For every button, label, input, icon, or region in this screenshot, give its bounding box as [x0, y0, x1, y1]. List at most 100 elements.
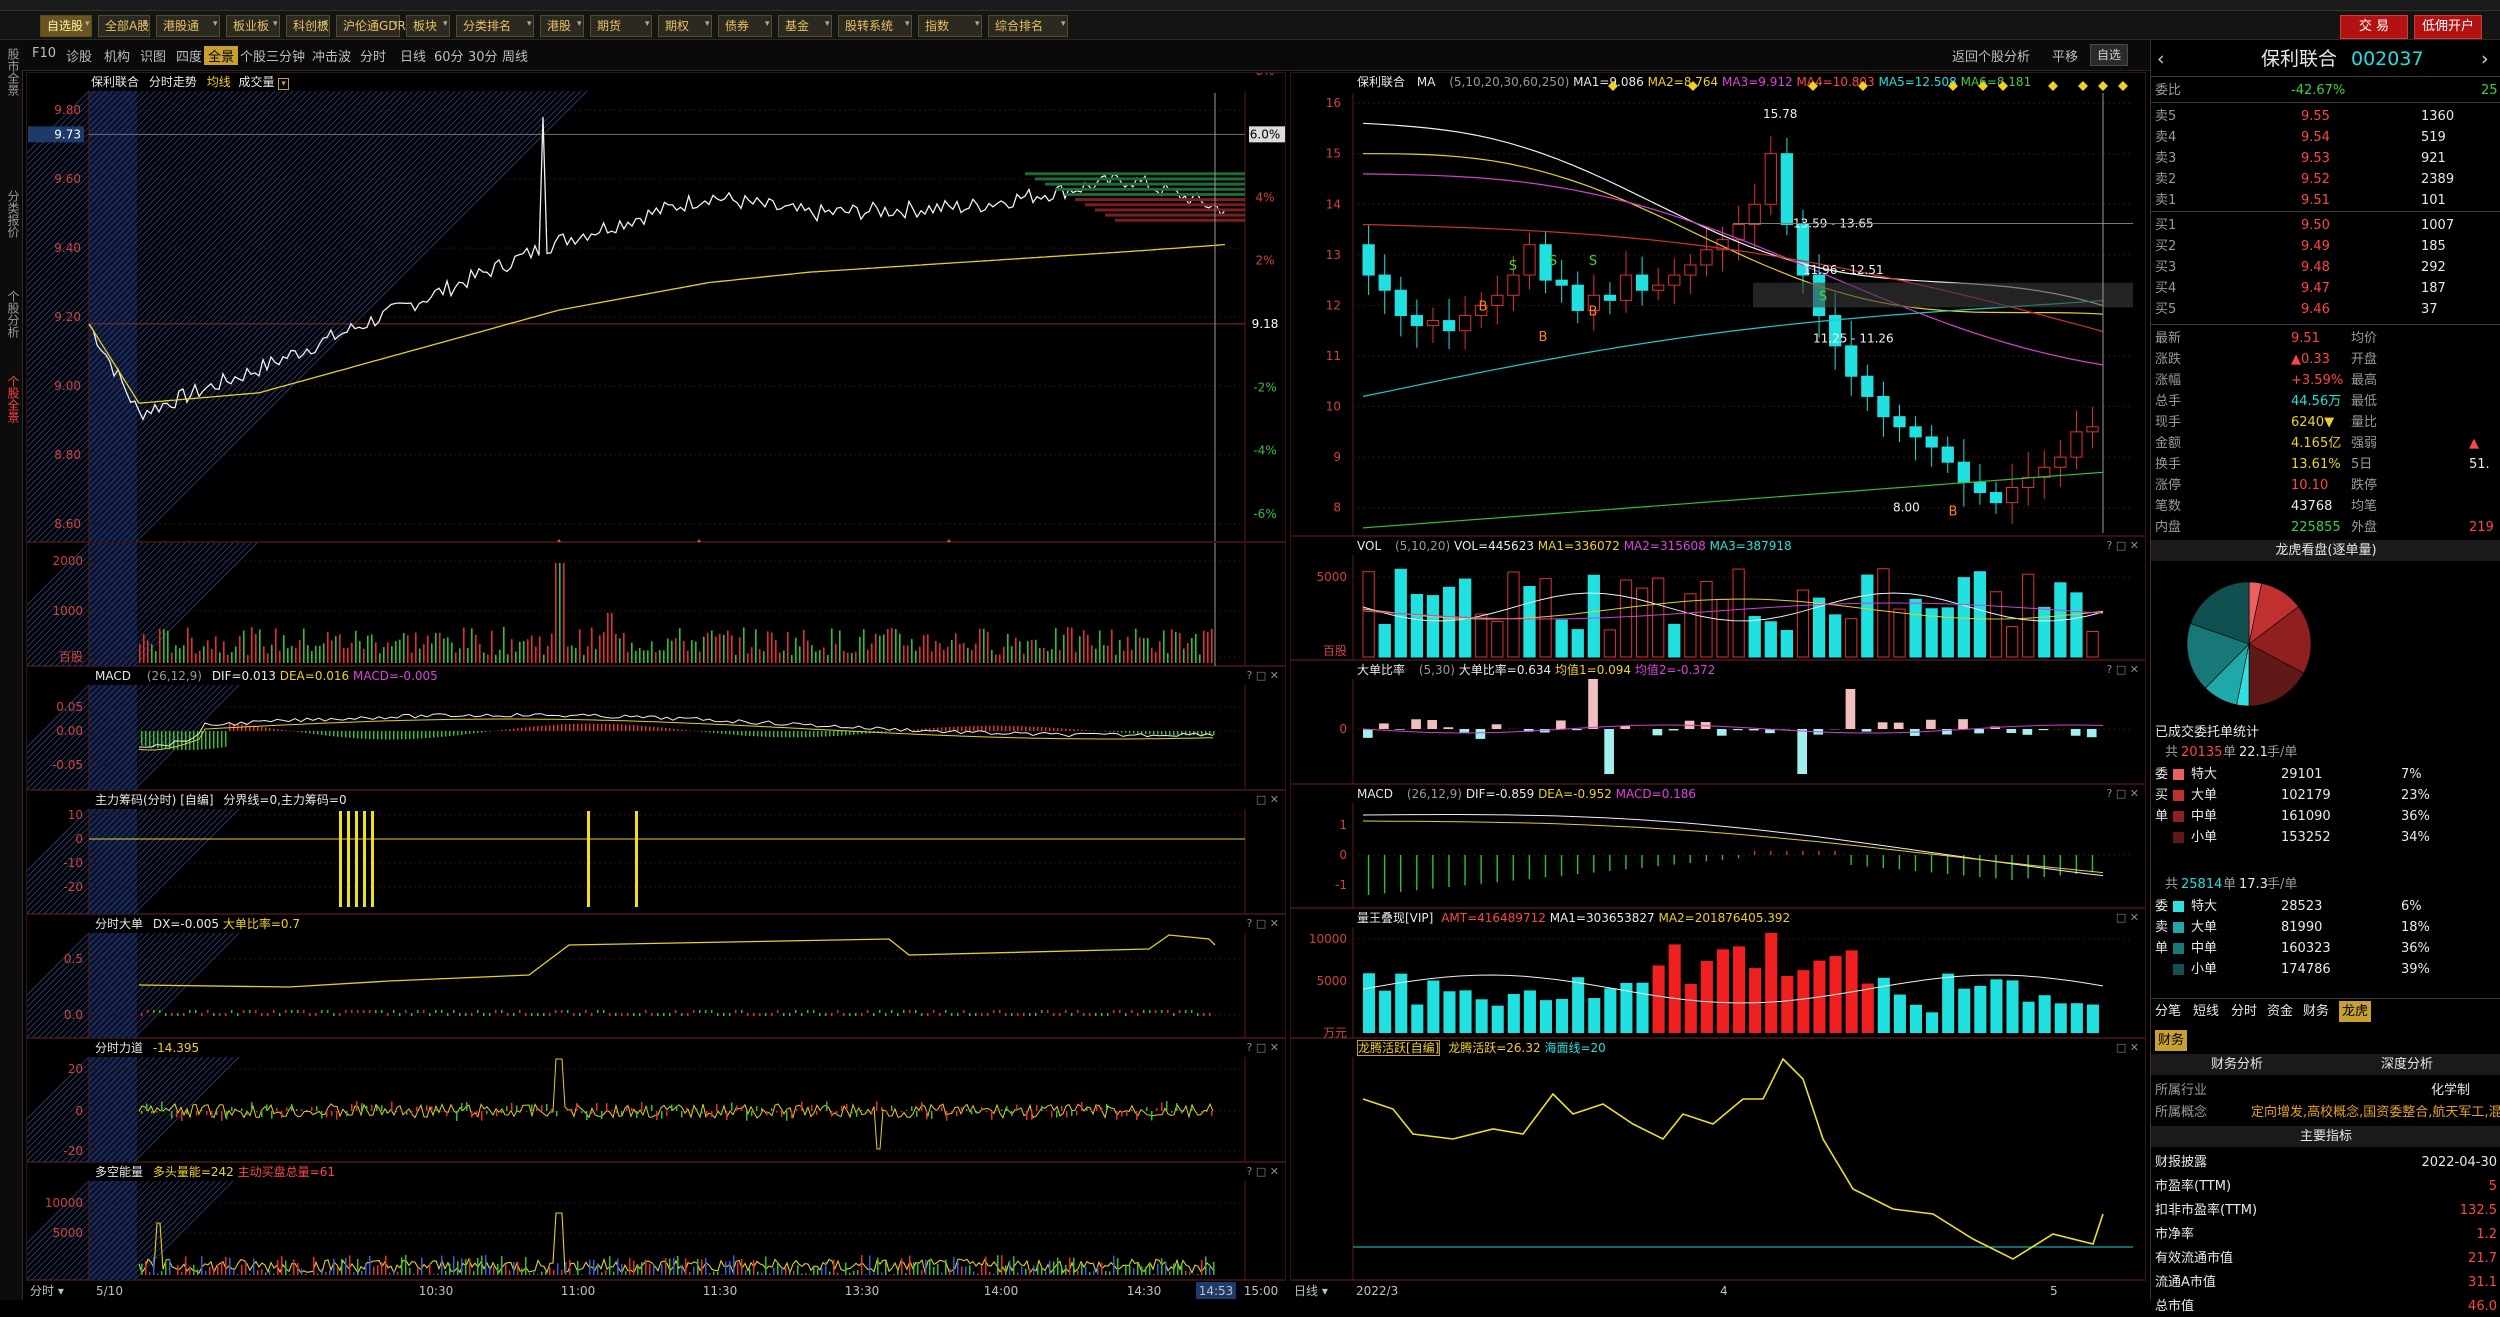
quote-tab-5[interactable]: 龙虎 — [2339, 1001, 2371, 1022]
toolbar-btn-12[interactable]: 基金 — [778, 15, 832, 37]
period-3[interactable]: 30分 — [468, 46, 498, 65]
lidao-panel[interactable]: 分时力道 -14.395 ? □ ✕ 200-20 — [26, 1038, 1286, 1162]
toolbar-btn-13[interactable]: 股转系统 — [838, 15, 912, 37]
buy-signal-icon: B — [1589, 305, 1598, 320]
sub-item-3[interactable]: 识图 — [140, 46, 166, 65]
lidao-bar — [256, 1111, 258, 1112]
vol-bar — [439, 633, 441, 663]
sub-item-5[interactable]: 全景 — [204, 46, 238, 65]
quote-tab-3[interactable]: 资金 — [2267, 1001, 2293, 1022]
ask-row: 卖19.51101 — [2151, 190, 2500, 211]
weicha-value: 25 — [2481, 80, 2498, 101]
quote-tab-1[interactable]: 短线 — [2193, 1001, 2219, 1022]
dadan-tick-bar — [255, 1010, 257, 1013]
duokong-bar — [253, 1258, 255, 1275]
toolbar-btn-11[interactable]: 债券 — [718, 15, 772, 37]
vol-bar — [1131, 650, 1133, 663]
ma4-line — [1363, 225, 2103, 332]
dropdown-icon: ▾ — [705, 19, 710, 29]
lidao-bar — [686, 1107, 688, 1111]
left-tab-2[interactable]: 个股分析 — [2, 290, 20, 338]
intraday-price-panel[interactable]: 保利联合 分时走势 均线 成交量 ▾ 9.809.739.609.409.209… — [26, 72, 1286, 542]
sub-item-2[interactable]: 机构 — [104, 46, 130, 65]
dadan-tick-bar — [309, 1013, 311, 1016]
macd-bar — [441, 731, 443, 737]
left-tab-0[interactable]: 股市全景 — [2, 48, 20, 96]
sub-item-1[interactable]: 诊股 — [66, 46, 92, 65]
vol-bar — [315, 646, 317, 663]
left-tab-3[interactable]: 个股全景 — [2, 375, 20, 423]
daily-lzdx-panel[interactable]: 量王叠现[VIP] AMT=416489712 MA1=303653827 MA… — [1290, 908, 2146, 1038]
price-tick: 9.20 — [54, 310, 81, 324]
lidao-bar — [1091, 1110, 1093, 1111]
duokong-bar — [993, 1274, 995, 1275]
daily-longteng-panel[interactable]: 龙腾活跃[自编] 龙腾活跃=26.32 海面线=20 □ ✕ — [1290, 1038, 2146, 1280]
vol-bar — [1043, 648, 1045, 663]
duokong-panel[interactable]: 多空能量 多头量能=242 主动买盘总量=61 ? □ ✕ 100005000 — [26, 1162, 1286, 1280]
zhuli-panel[interactable]: 主力筹码(分时) [自编] 分界线=0,主力筹码=0 □ ✕ 100-10-20 — [26, 790, 1286, 914]
toolbar-btn-7[interactable]: 分类排名 — [456, 15, 534, 37]
toolbar-btn-5[interactable]: 沪伦通GDR — [336, 15, 400, 37]
buy-row: 单中单16109036% — [2151, 806, 2500, 827]
duokong-bar — [201, 1256, 203, 1275]
daily-kline-panel[interactable]: 保利联合 MA (5,10,20,30,60,250) MA1=9.086 MA… — [1290, 72, 2146, 536]
fin-subtab-1[interactable]: 深度分析 — [2381, 1054, 2433, 1075]
period-2[interactable]: 60分 — [434, 46, 464, 65]
toolbar-btn-9[interactable]: 期货 — [590, 15, 652, 37]
ddbl-bar — [1862, 729, 1872, 732]
duokong-bar — [729, 1261, 731, 1275]
intraday-volume-panel[interactable]: 20001000百股 — [26, 542, 1286, 666]
toolbar-btn-3[interactable]: 板业板 — [226, 15, 280, 37]
toolbar-btn-15[interactable]: 综合排名 — [988, 15, 1068, 37]
sub-right-2[interactable]: 自选 — [2090, 44, 2128, 66]
vol-bar — [247, 655, 249, 663]
toolbar-btn-10[interactable]: 期权 — [658, 15, 712, 37]
order-pct: 23% — [2401, 785, 2430, 806]
dadan-tick-bar — [627, 1013, 629, 1016]
period-4[interactable]: 周线 — [502, 46, 528, 65]
vol-bar — [1135, 629, 1137, 663]
expand-icon[interactable]: › — [2481, 46, 2489, 72]
dadan-tick-bar — [615, 1013, 617, 1016]
period-0[interactable]: 分时 — [360, 46, 386, 65]
industry-row: 所属行业化学制 — [2151, 1080, 2500, 1101]
vol-bar — [743, 627, 745, 663]
fin-label: 扣非市盈率(TTM) — [2155, 1200, 2257, 1221]
dadan-tick-bar — [1071, 1013, 1073, 1016]
intraday-macd-panel[interactable]: MACD (26,12,9) DIF=0.013 DEA=0.016 MACD=… — [26, 666, 1286, 790]
daily-volume-panel[interactable]: VOL (5,10,20) VOL=445623 MA1=336072 MA2=… — [1290, 536, 2146, 660]
sub-right-0[interactable]: 返回个股分析 — [1952, 46, 2030, 65]
dadan-tick-bar — [1053, 1013, 1055, 1016]
toolbar-btn-14[interactable]: 指数 — [918, 15, 982, 37]
quote-tab-2[interactable]: 分时 — [2231, 1001, 2257, 1022]
lidao-bar — [411, 1111, 413, 1114]
sub-right-1[interactable]: 平移 — [2052, 46, 2078, 65]
left-tab-1[interactable]: 分类报价 — [2, 190, 20, 238]
dadan-tick-bar — [927, 1013, 929, 1016]
fin-subtab-0[interactable]: 财务分析 — [2211, 1054, 2263, 1075]
trade-button[interactable]: 交 易 — [2340, 15, 2408, 39]
quote-tab-4[interactable]: 财务 — [2303, 1001, 2329, 1022]
sub-item-0[interactable]: F10 — [32, 46, 56, 61]
back-arrow-icon[interactable]: ‹ — [2157, 46, 2165, 72]
dmacd-bar — [2092, 855, 2093, 873]
lidao-bar — [941, 1107, 943, 1111]
sub-item-4[interactable]: 四度 — [176, 46, 202, 65]
zhuli-tick: 10 — [68, 808, 83, 822]
toolbar-btn-2[interactable]: 港股通 — [156, 15, 220, 37]
sub-item-6[interactable]: 个股三分钟 — [240, 46, 305, 65]
lz-bar — [1379, 991, 1391, 1033]
open-account-button[interactable]: 低佣开户 — [2414, 15, 2482, 39]
lidao-bar — [1116, 1111, 1118, 1120]
sub-item-7[interactable]: 冲击波 — [312, 46, 351, 65]
daily-macd-panel[interactable]: MACD (26,12,9) DIF=-0.859 DEA=-0.952 MAC… — [1290, 784, 2146, 908]
vol-bar — [763, 651, 765, 663]
duokong-bar — [1101, 1263, 1103, 1275]
quote-tab-0[interactable]: 分笔 — [2155, 1001, 2181, 1022]
vol-bar — [1087, 635, 1089, 663]
fenshi-dadan-panel[interactable]: 分时大单 DX=-0.005 大单比率=0.7 ? □ ✕ 0.50.0 — [26, 914, 1286, 1038]
fin-tab[interactable]: 财务 — [2155, 1030, 2187, 1051]
vol-bar — [283, 635, 285, 663]
daily-ddbl-panel[interactable]: 大单比率 (5,30) 大单比率=0.634 均值1=0.094 均值2=-0.… — [1290, 660, 2146, 784]
period-1[interactable]: 日线 — [400, 46, 426, 65]
